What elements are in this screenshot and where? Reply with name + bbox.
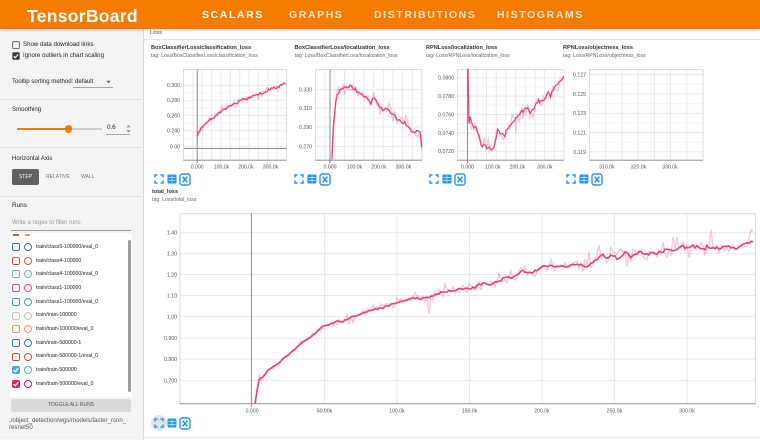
svg-text:300.0k: 300.0k [263, 164, 279, 170]
svg-text:50.00k: 50.00k [317, 409, 333, 415]
svg-text:0.0740: 0.0740 [438, 131, 454, 137]
svg-text:150.0k: 150.0k [462, 409, 478, 415]
svg-text:0.300: 0.300 [167, 83, 180, 89]
svg-text:100.0k: 100.0k [347, 164, 363, 170]
svg-text:300.0k: 300.0k [396, 164, 412, 170]
svg-text:0.125: 0.125 [573, 92, 586, 98]
svg-text:0.700: 0.700 [164, 378, 177, 384]
svg-text:0.240: 0.240 [167, 129, 180, 135]
svg-text:100.0k: 100.0k [389, 409, 405, 415]
svg-text:0.000: 0.000 [246, 409, 259, 415]
svg-text:0.280: 0.280 [167, 98, 180, 104]
svg-text:0.310: 0.310 [299, 106, 312, 112]
svg-text:0.270: 0.270 [299, 144, 312, 150]
svg-text:0.0760: 0.0760 [438, 112, 454, 118]
svg-text:200.0k: 200.0k [238, 164, 254, 170]
svg-text:100.0k: 100.0k [214, 164, 230, 170]
svg-text:300.0k: 300.0k [679, 409, 695, 415]
svg-text:0.260: 0.260 [167, 113, 180, 119]
svg-text:0.800: 0.800 [164, 357, 177, 363]
svg-text:1.00: 1.00 [167, 315, 177, 321]
svg-text:0.0720: 0.0720 [438, 149, 454, 155]
svg-text:1.20: 1.20 [167, 272, 177, 278]
svg-text:200.0k: 200.0k [371, 164, 387, 170]
svg-text:200.0k: 200.0k [534, 409, 550, 415]
svg-text:0.330: 0.330 [299, 88, 312, 94]
svg-text:200.0k: 200.0k [510, 164, 526, 170]
svg-text:1.40: 1.40 [167, 231, 177, 237]
svg-text:100.0k: 100.0k [485, 164, 501, 170]
svg-text:0.121: 0.121 [573, 131, 586, 137]
svg-text:300.0k: 300.0k [537, 164, 553, 170]
svg-text:0.0800: 0.0800 [438, 76, 454, 82]
svg-text:1.10: 1.10 [167, 293, 177, 299]
svg-text:250.0k: 250.0k [607, 409, 623, 415]
svg-text:0.290: 0.290 [299, 125, 312, 131]
svg-text:320.0k: 320.0k [631, 164, 647, 170]
svg-text:330.0k: 330.0k [662, 164, 678, 170]
svg-text:0.123: 0.123 [573, 111, 586, 117]
svg-text:0.0780: 0.0780 [438, 94, 454, 100]
svg-text:1.30: 1.30 [167, 252, 177, 258]
svg-text:0.00: 0.00 [170, 145, 180, 151]
svg-text:0.127: 0.127 [573, 73, 586, 79]
svg-text:0.119: 0.119 [573, 150, 586, 156]
svg-text:0.900: 0.900 [164, 336, 177, 342]
